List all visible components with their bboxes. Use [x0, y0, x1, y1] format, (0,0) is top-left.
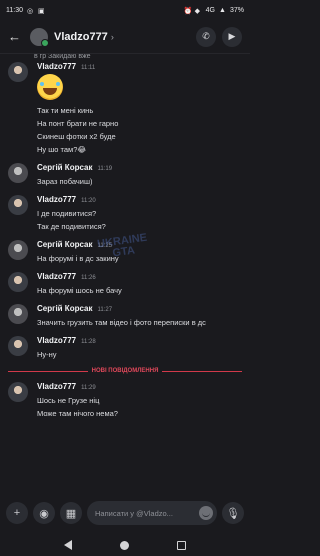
message-body: Сергій Корсак 11:19 Зараз побачиш): [37, 163, 242, 188]
message-author[interactable]: Сергій Корсак: [37, 163, 92, 172]
status-bar: 11:30 ◎ ▣ ⏰ ◆ 4G ▲ 37%: [0, 0, 250, 20]
message-list[interactable]: Vladzo777 11:11 Так ти мені кинь На понт бр…: [0, 62, 250, 420]
message-item[interactable]: Vladzo777 11:11 Так ти мені кинь На понт бр…: [8, 62, 242, 156]
nav-back-icon[interactable]: [64, 540, 72, 550]
message-item[interactable]: Сергій Корсак 11:27 Значить грузить там ві…: [8, 304, 242, 329]
message-text: І де подивитися?: [37, 209, 97, 218]
message-author[interactable]: Сергій Корсак: [37, 240, 92, 249]
message-text: На понт брати не гарно: [37, 119, 119, 128]
divider-label: НОВІ ПОВІДОМЛЕННЯ: [91, 368, 159, 374]
message-text: Так ти мені кинь: [37, 106, 94, 115]
new-messages-divider: НОВІ ПОВІДОМЛЕННЯ: [8, 368, 242, 374]
message-body: Vladzo777 11:11 Так ти мені кинь На понт бр…: [37, 62, 242, 156]
message-body: Vladzo777 11:29 Шось не Грузе ніц Може там …: [37, 382, 242, 420]
message-time: 11:11: [81, 65, 96, 71]
network-label: 4G: [205, 6, 215, 14]
message-body: Vladzo777 11:20 І де подивитися? Так де под…: [37, 195, 242, 233]
message-meta: Сергій Корсак 11:25: [37, 240, 242, 249]
message-item[interactable]: Сергій Корсак 11:25 На форумі і в дс закин…: [8, 240, 242, 265]
chat-header: ← Vladzo777 › ✆ ▶: [0, 20, 250, 54]
avatar[interactable]: [8, 195, 28, 215]
message-composer: + ◉ ▦ 🎙: [0, 496, 250, 530]
status-time: 11:30: [6, 6, 23, 14]
avatar[interactable]: [8, 382, 28, 402]
message-body: Сергій Корсак 11:27 Значить грузить там ві…: [37, 304, 242, 329]
message-meta: Vladzo777 11:29: [37, 382, 242, 391]
message-text: Значить грузить там відео і фото перепис…: [37, 318, 206, 327]
message-item[interactable]: Vladzo777 11:20 І де подивитися? Так де под…: [8, 195, 242, 233]
message-item[interactable]: Vladzo777 11:28 Ну-ну: [8, 336, 242, 361]
plus-icon[interactable]: +: [6, 502, 28, 524]
message-item[interactable]: Сергій Корсак 11:19 Зараз побачиш): [8, 163, 242, 188]
phone-icon[interactable]: ✆: [196, 26, 216, 47]
video-icon[interactable]: ▶: [222, 26, 242, 47]
gamepad-icon[interactable]: ◉: [33, 502, 55, 524]
avatar[interactable]: [8, 272, 28, 292]
message-time: 11:25: [97, 243, 113, 249]
message-text: Так де подивитися?: [37, 222, 106, 231]
message-time: 11:28: [81, 339, 96, 345]
avatar[interactable]: [8, 304, 28, 324]
message-item[interactable]: Vladzo777 11:26 На форумі шось не бачу: [8, 272, 242, 297]
message-body: Сергій Корсак 11:25 На форумі і в дс закин…: [37, 240, 242, 265]
signal-icon: ▲: [218, 6, 226, 14]
avatar[interactable]: [8, 240, 28, 260]
avatar[interactable]: [8, 62, 28, 82]
nav-recents-icon[interactable]: [177, 540, 186, 550]
message-input-wrapper[interactable]: [87, 501, 217, 525]
message-text: На форумі шось не бачу: [37, 286, 122, 295]
message-meta: Сергій Корсак 11:27: [37, 304, 242, 313]
message-body: Vladzo777 11:28 Ну-ну: [37, 336, 242, 361]
message-time: 11:19: [97, 166, 113, 172]
avatar[interactable]: [30, 27, 49, 47]
message-input[interactable]: [95, 508, 199, 518]
message-time: 11:29: [81, 385, 96, 391]
gift-icon[interactable]: ▦: [60, 502, 82, 524]
message-text: Ну шо там?😂: [37, 145, 87, 154]
message-time: 11:20: [81, 198, 96, 204]
message-text: Зараз побачиш): [37, 177, 93, 186]
message-meta: Vladzo777 11:26: [37, 272, 242, 281]
message-meta: Vladzo777 11:11: [37, 62, 242, 71]
message-author[interactable]: Vladzo777: [37, 62, 76, 71]
message-author[interactable]: Сергій Корсак: [37, 304, 92, 313]
laughing-crying-emoji-icon: [37, 74, 63, 100]
message-icon: ▣: [38, 7, 45, 15]
message-meta: Сергій Корсак 11:19: [37, 163, 242, 172]
wifi-icon: ◆: [194, 7, 201, 15]
message-author[interactable]: Vladzo777: [37, 272, 76, 281]
message-item[interactable]: Vladzo777 11:29 Шось не Грузе ніц Може там …: [8, 382, 242, 420]
message-body: Vladzo777 11:26 На форумі шось не бачу: [37, 272, 242, 297]
message-text: Шось не Грузе ніц: [37, 396, 100, 405]
android-nav-bar: [0, 534, 250, 556]
avatar[interactable]: [8, 163, 28, 183]
message-meta: Vladzo777 11:28: [37, 336, 242, 345]
message-time: 11:27: [97, 307, 113, 313]
chat-title[interactable]: Vladzo777: [54, 31, 108, 43]
divider-line: [162, 370, 242, 372]
message-author[interactable]: Vladzo777: [37, 382, 76, 391]
notification-icon: ◎: [27, 7, 34, 15]
message-time: 11:26: [81, 275, 96, 281]
divider-line: [8, 370, 88, 372]
message-meta: Vladzo777 11:20: [37, 195, 242, 204]
nav-home-icon[interactable]: [120, 540, 129, 550]
message-text: Скинеш фотки х2 буде: [37, 132, 116, 141]
chevron-right-icon[interactable]: ›: [111, 32, 114, 42]
emoji-icon[interactable]: [199, 506, 213, 520]
message-text: Ну-ну: [37, 350, 57, 359]
battery-percent: 37%: [229, 6, 244, 14]
avatar[interactable]: [8, 336, 28, 356]
message-author[interactable]: Vladzo777: [37, 195, 76, 204]
message-author[interactable]: Vladzo777: [37, 336, 76, 345]
microphone-icon[interactable]: 🎙: [222, 502, 244, 524]
back-arrow-icon[interactable]: ←: [8, 29, 22, 44]
previous-message-fragment: в гр Закидаю вже: [34, 54, 91, 60]
message-text: Може там нічого нема?: [37, 409, 118, 418]
message-text: На форумі і в дс закину: [37, 254, 119, 263]
alarm-icon: ⏰: [183, 7, 193, 15]
